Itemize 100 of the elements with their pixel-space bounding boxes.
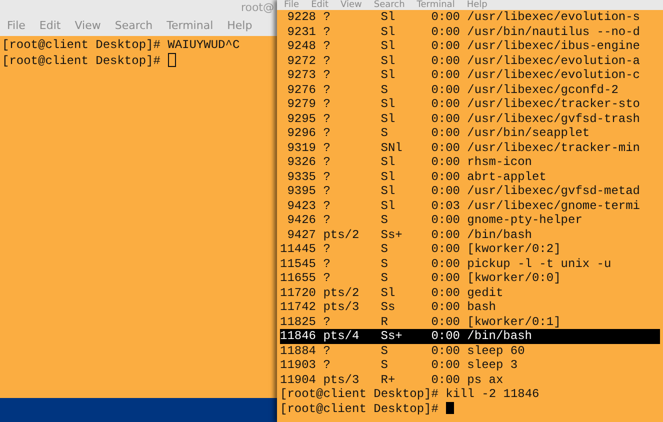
process-tty: ? [323,256,332,271]
process-tty: ? [323,198,332,213]
command-line: [root@client Desktop]# kill -2 11846 [280,387,540,401]
process-pid: 11742 [280,300,316,314]
process-command: [kworker/0:0] [467,271,561,286]
process-time: 0:03 [431,198,460,213]
process-time: 0:00 [431,256,460,271]
process-pid: 9228 [286,10,316,24]
process-time: 0:00 [431,300,460,314]
process-tty: pts/3 [323,372,360,387]
process-stat: S [380,344,389,358]
process-command: abrt-applet [467,170,546,184]
process-command: /usr/bin/seapplet [467,126,590,140]
process-time: 0:00 [431,242,460,256]
process-time: 0:00 [431,10,460,24]
menu-item[interactable]: Search [374,0,405,10]
menu-item[interactable]: Terminal [166,15,214,36]
process-tty: pts/4 [323,329,360,344]
process-command: [kworker/0:2] [467,242,561,256]
process-time: 0:00 [431,24,460,39]
process-pid: 9296 [286,126,316,140]
process-time: 0:00 [431,112,460,126]
menu-item[interactable]: Terminal [416,0,455,10]
process-stat: Sl [380,54,396,68]
process-time: 0:00 [431,54,460,68]
process-time: 0:00 [431,126,460,140]
process-command: /usr/libexec/gconfd-2 [467,82,618,97]
process-time: 0:00 [431,329,460,344]
process-tty: ? [323,97,332,112]
menu-item[interactable]: Help [466,0,488,10]
process-pid: 9273 [286,68,316,82]
process-tty: ? [323,24,332,39]
process-command: rhsm-icon [467,155,532,170]
process-tty: ? [323,155,332,170]
process-command: gnome-pty-helper [467,213,582,228]
process-command: /usr/libexec/evolution-a [467,54,640,68]
process-command: /usr/bin/nautilus --no-d [467,24,640,39]
command-line: [root@client Desktop]# [280,402,440,416]
process-command: /usr/libexec/evolution-s [467,10,640,24]
process-pid: 9319 [286,140,316,155]
process-stat: Ss+ [380,329,404,344]
process-pid: 9423 [286,198,316,213]
menu-item[interactable]: Help [227,15,252,36]
process-tty: pts/3 [323,300,360,314]
process-time: 0:00 [431,228,460,242]
window-title: root@ [240,0,275,15]
process-command: pickup -l -t unix -u [467,256,612,271]
command-line: [root@client Desktop]# [2,54,162,68]
process-time: 0:00 [431,372,460,387]
process-pid: 9426 [286,213,316,228]
process-pid: 11904 [280,372,316,387]
process-stat: Sl [380,112,396,126]
process-stat: Sl [380,68,396,82]
process-command: bash [467,300,496,314]
process-stat: S [380,358,389,372]
process-pid: 11825 [280,314,316,329]
process-time: 0:00 [431,82,460,97]
process-command: /usr/libexec/gnome-termi [467,198,640,213]
process-command: [kworker/0:1] [467,314,561,329]
process-tty: ? [323,344,332,358]
process-time: 0:00 [431,314,460,329]
process-command: ps ax [467,372,504,387]
process-pid: 11445 [280,242,316,256]
process-stat: Sl [380,184,396,198]
menu-item[interactable]: Search [114,15,153,36]
process-tty: pts/2 [323,228,360,242]
process-stat: Sl [380,155,396,170]
process-pid: 9276 [286,82,316,97]
process-stat: S [380,213,389,228]
process-command: /bin/bash [467,228,532,242]
process-pid: 11884 [280,344,316,358]
process-time: 0:00 [431,68,460,82]
menu-item[interactable]: Edit [39,15,61,36]
process-stat: R+ [380,372,396,387]
process-pid: 11545 [280,256,316,271]
process-stat: Sl [380,10,396,24]
process-tty: ? [323,271,332,286]
process-tty: ? [323,10,332,24]
process-tty: ? [323,242,332,256]
process-command: gedit [467,286,504,300]
menu-item[interactable]: View [340,0,362,10]
menu-item[interactable]: Edit [311,0,328,10]
menu-item[interactable]: File [284,0,300,10]
process-pid: 9395 [286,184,316,198]
process-time: 0:00 [431,184,460,198]
process-tty: pts/2 [323,286,360,300]
process-time: 0:00 [431,358,460,372]
process-stat: Sl [380,24,396,39]
process-stat: Sl [380,97,396,112]
process-pid: 11655 [280,271,316,286]
process-command: /usr/libexec/gvfsd-metad [467,184,640,198]
menu-item[interactable]: File [7,15,26,36]
process-pid: 9279 [286,97,316,112]
process-time: 0:00 [431,286,460,300]
process-pid: 9248 [286,39,316,54]
process-tty: ? [323,112,332,126]
menu-item[interactable]: View [74,15,101,36]
process-tty: ? [323,126,332,140]
command-line: [root@client Desktop]# WAIUYWUD^C [2,38,240,52]
process-pid: 9272 [286,54,316,68]
